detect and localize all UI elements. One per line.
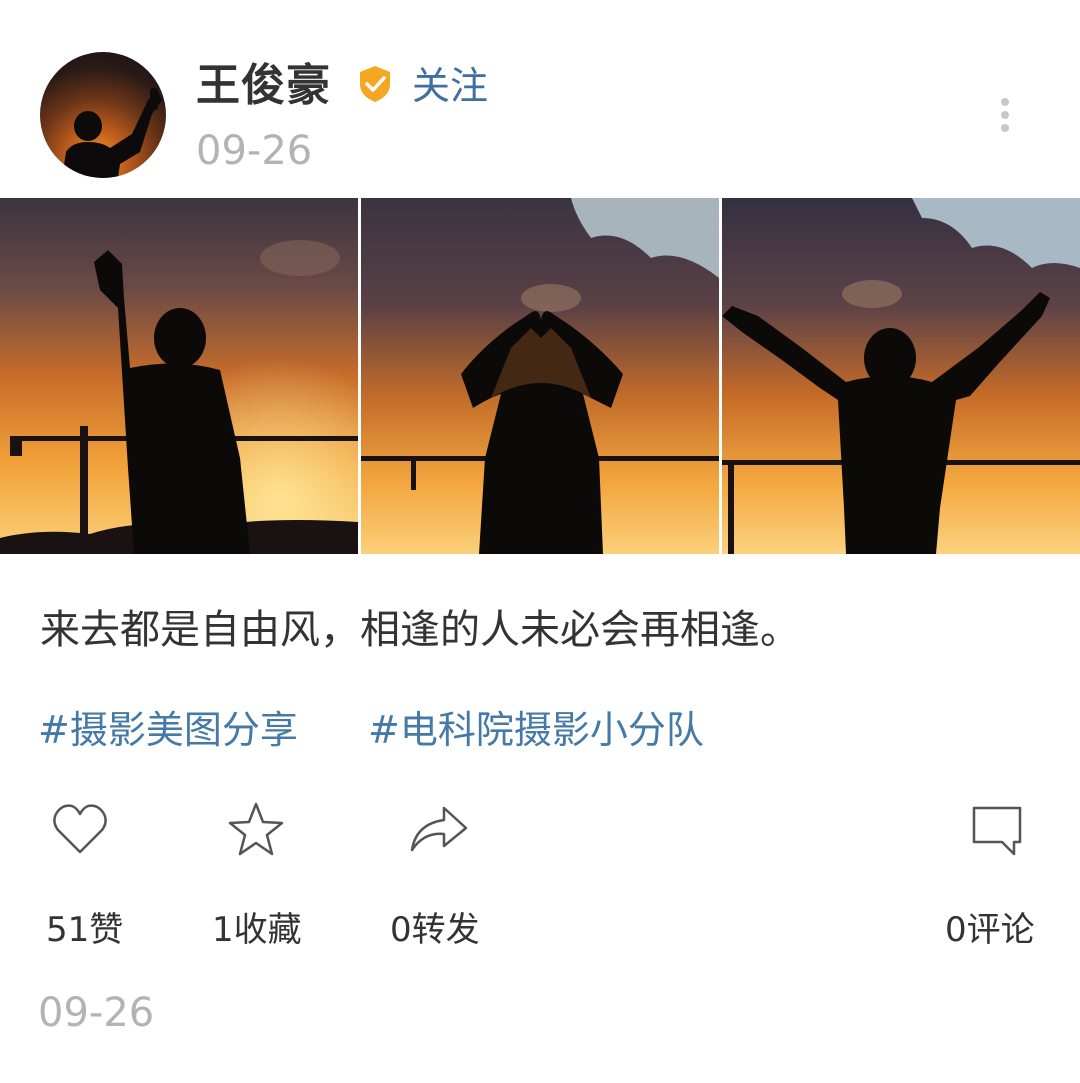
post-caption: 来去都是自由风，相逢的人未必会再相逢。 [40,607,800,653]
comment-bubble-icon[interactable] [966,800,1026,860]
footer-date: 09-26 [38,990,155,1036]
more-options-icon[interactable] [988,96,1022,136]
star-icon[interactable] [226,800,286,860]
post-date: 09-26 [196,128,313,174]
like-count[interactable]: 51赞 [46,904,123,956]
repost-count[interactable]: 0转发 [390,904,480,956]
author-name[interactable]: 王俊豪 [196,58,331,114]
heart-icon[interactable] [50,800,110,860]
topic-tag[interactable]: #电科院摄影小分队 [368,702,704,758]
collect-count[interactable]: 1收藏 [212,904,302,956]
share-arrow-icon[interactable] [408,800,468,860]
comment-count[interactable]: 0评论 [945,904,1035,956]
photo-silhouette-open-arms[interactable] [722,198,1080,554]
avatar[interactable] [40,52,166,178]
verified-badge-icon [357,64,393,104]
follow-button[interactable]: 关注 [412,60,488,112]
topic-tag[interactable]: #摄影美图分享 [38,702,298,758]
photo-silhouette-heart-hands[interactable] [361,198,719,554]
photo-silhouette-raised-hand[interactable] [0,198,358,554]
